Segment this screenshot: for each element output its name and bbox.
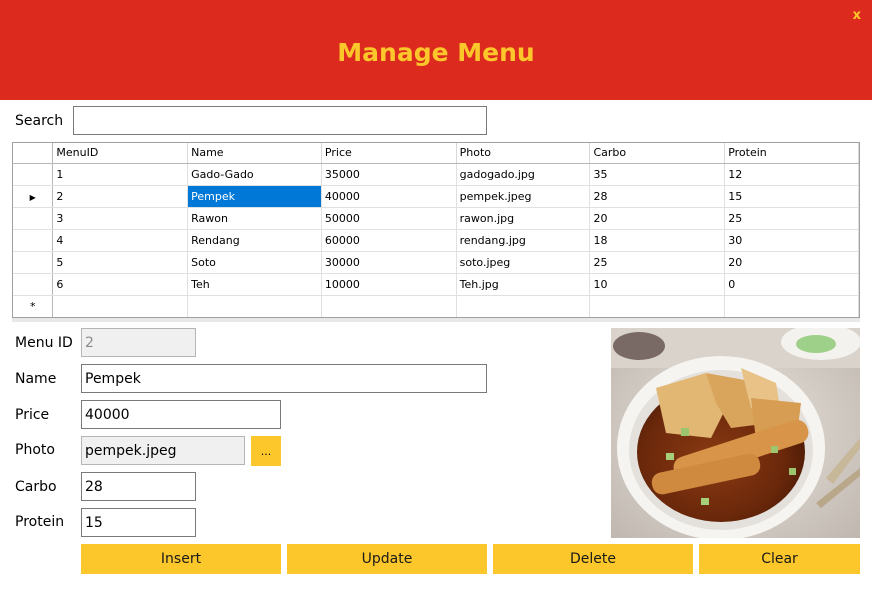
cell-menuid[interactable]: 2 xyxy=(52,185,189,208)
price-field[interactable] xyxy=(81,400,281,429)
cell-price[interactable]: 10000 xyxy=(321,273,457,296)
cell-photo[interactable]: gadogado.jpg xyxy=(456,163,591,186)
grid-header-row: MenuID Name Price Photo Carbo Protein xyxy=(13,143,859,164)
search-label: Search xyxy=(15,113,64,129)
cell-photo[interactable]: rawon.jpg xyxy=(456,207,591,230)
page-title: Manage Menu xyxy=(337,38,535,67)
cell-carbo[interactable]: 20 xyxy=(589,207,726,230)
column-header-protein[interactable]: Protein xyxy=(724,143,859,164)
cell-carbo[interactable]: 28 xyxy=(589,185,726,208)
cell-menuid[interactable]: 6 xyxy=(52,273,189,296)
menu-id-label: Menu ID xyxy=(15,335,73,351)
name-label: Name xyxy=(15,371,57,387)
close-button[interactable]: x xyxy=(853,8,861,23)
cell-menuid[interactable]: 1 xyxy=(52,163,189,186)
clear-button[interactable]: Clear xyxy=(699,544,860,574)
table-row[interactable]: 5 Soto 30000 soto.jpeg 25 20 xyxy=(13,251,859,274)
menu-id-field xyxy=(81,328,196,357)
cell-protein[interactable]: 0 xyxy=(724,273,859,296)
food-photo-icon xyxy=(611,328,860,538)
new-cell-menuid[interactable] xyxy=(52,295,189,317)
cell-name[interactable]: Rendang xyxy=(187,229,322,252)
cell-price[interactable]: 35000 xyxy=(321,163,457,186)
cell-carbo[interactable]: 35 xyxy=(589,163,726,186)
cell-photo[interactable]: soto.jpeg xyxy=(456,251,591,274)
table-row[interactable]: 4 Rendang 60000 rendang.jpg 18 30 xyxy=(13,229,859,252)
name-field[interactable] xyxy=(81,364,487,393)
column-header-menuid[interactable]: MenuID xyxy=(52,143,189,164)
cell-name[interactable]: Rawon xyxy=(187,207,322,230)
cell-menuid[interactable]: 3 xyxy=(52,207,189,230)
browse-photo-button[interactable]: ... xyxy=(251,436,281,466)
table-row[interactable]: 1 Gado-Gado 35000 gadogado.jpg 35 12 xyxy=(13,163,859,186)
new-row-marker-icon: * xyxy=(29,299,36,313)
column-header-photo[interactable]: Photo xyxy=(456,143,591,164)
row-header-corner[interactable] xyxy=(13,143,54,164)
cell-price[interactable]: 60000 xyxy=(321,229,457,252)
cell-price[interactable]: 30000 xyxy=(321,251,457,274)
row-header[interactable] xyxy=(13,273,54,296)
cell-protein[interactable]: 20 xyxy=(724,251,859,274)
cell-menuid[interactable]: 5 xyxy=(52,251,189,274)
cell-protein[interactable]: 15 xyxy=(724,185,859,208)
photo-field xyxy=(81,436,245,465)
cell-photo[interactable]: rendang.jpg xyxy=(456,229,591,252)
cell-price[interactable]: 40000 xyxy=(321,185,457,208)
food-photo-preview xyxy=(611,328,860,538)
row-header[interactable] xyxy=(13,207,54,230)
cell-photo[interactable]: Teh.jpg xyxy=(456,273,591,296)
price-label: Price xyxy=(15,407,50,423)
cell-carbo[interactable]: 18 xyxy=(589,229,726,252)
row-header[interactable] xyxy=(13,163,54,186)
row-header[interactable] xyxy=(13,251,54,274)
insert-button[interactable]: Insert xyxy=(81,544,281,574)
row-header[interactable]: ▶ xyxy=(13,185,54,208)
column-header-name[interactable]: Name xyxy=(187,143,322,164)
menu-grid[interactable]: MenuID Name Price Photo Carbo Protein 1G… xyxy=(12,142,860,318)
new-cell-name[interactable] xyxy=(187,295,322,317)
search-input[interactable] xyxy=(73,106,487,135)
cell-name[interactable]: Soto xyxy=(187,251,322,274)
table-row[interactable]: 6 Teh 10000 Teh.jpg 10 0 xyxy=(13,273,859,296)
cell-name[interactable]: Teh xyxy=(187,273,322,296)
new-cell-carbo[interactable] xyxy=(589,295,726,317)
delete-button[interactable]: Delete xyxy=(493,544,693,574)
new-row-header[interactable]: * xyxy=(13,295,54,317)
new-cell-price[interactable] xyxy=(321,295,457,317)
column-header-carbo[interactable]: Carbo xyxy=(589,143,726,164)
cell-name[interactable]: Gado-Gado xyxy=(187,163,322,186)
cell-protein[interactable]: 12 xyxy=(724,163,859,186)
cell-photo[interactable]: pempek.jpeg xyxy=(456,185,591,208)
cell-menuid[interactable]: 4 xyxy=(52,229,189,252)
table-row[interactable]: 3 Rawon 50000 rawon.jpg 20 25 xyxy=(13,207,859,230)
photo-label: Photo xyxy=(15,442,55,458)
protein-label: Protein xyxy=(15,514,65,530)
carbo-label: Carbo xyxy=(15,479,57,495)
protein-field[interactable] xyxy=(81,508,196,537)
cell-protein[interactable]: 25 xyxy=(724,207,859,230)
grid-bottom-divider xyxy=(12,318,860,322)
menu-table: MenuID Name Price Photo Carbo Protein 1G… xyxy=(13,143,859,317)
cell-name[interactable]: Pempek xyxy=(187,185,322,208)
new-cell-protein[interactable] xyxy=(724,295,859,317)
new-row[interactable]: * xyxy=(13,295,859,317)
cell-carbo[interactable]: 25 xyxy=(589,251,726,274)
new-cell-photo[interactable] xyxy=(456,295,591,317)
title-bar: Manage Menu x xyxy=(0,0,872,100)
row-header[interactable] xyxy=(13,229,54,252)
table-row[interactable]: ▶ 2 Pempek 40000 pempek.jpeg 28 15 xyxy=(13,185,859,208)
update-button[interactable]: Update xyxy=(287,544,487,574)
cell-carbo[interactable]: 10 xyxy=(589,273,726,296)
current-row-marker-icon: ▶ xyxy=(29,192,36,202)
cell-price[interactable]: 50000 xyxy=(321,207,457,230)
carbo-field[interactable] xyxy=(81,472,196,501)
column-header-price[interactable]: Price xyxy=(321,143,457,164)
cell-protein[interactable]: 30 xyxy=(724,229,859,252)
